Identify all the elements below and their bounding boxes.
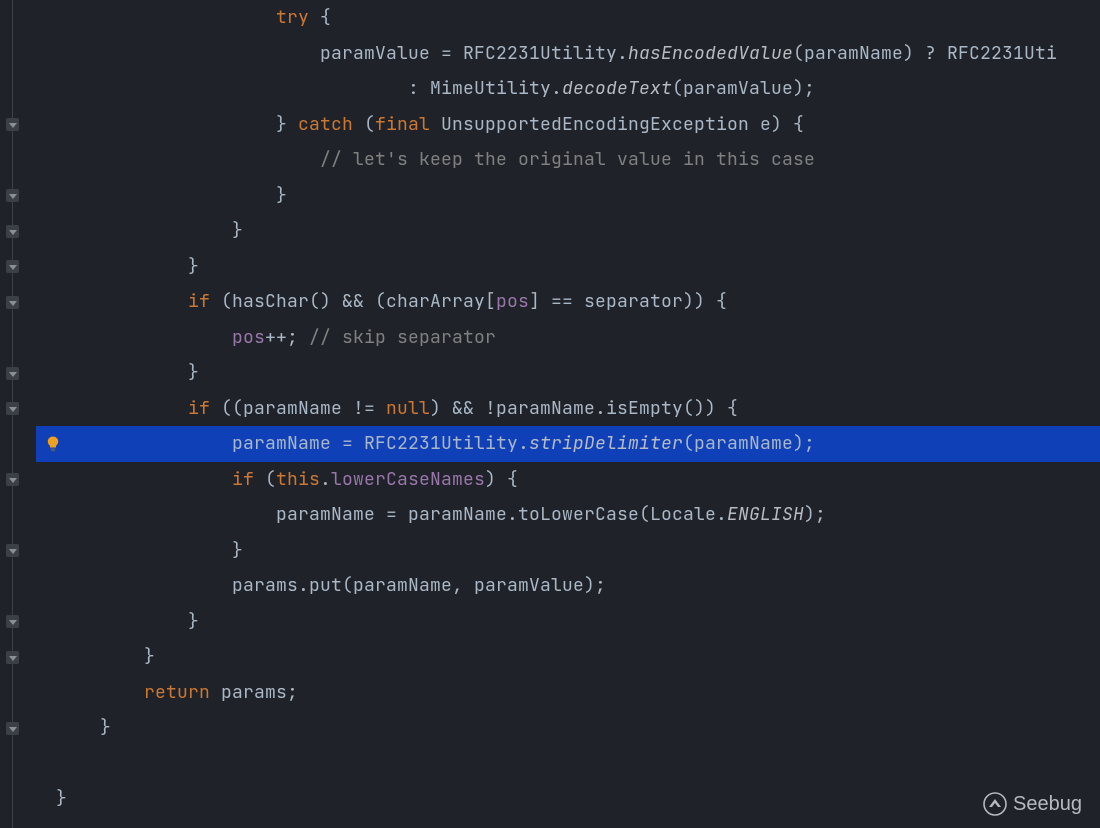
code-token: } [56,539,243,562]
code-line[interactable]: if (hasChar() && (charArray[pos] == sepa… [36,284,1100,320]
code-token: } [56,113,298,136]
code-line[interactable]: pos++; // skip separator [36,320,1100,356]
code-line[interactable]: } [36,639,1100,675]
fold-toggle-icon[interactable] [6,367,19,380]
code-token: // let's keep the original value in this… [320,148,815,171]
code-token: (paramName); [683,432,815,455]
fold-toggle-icon[interactable] [6,722,19,735]
code-line[interactable]: } [36,249,1100,285]
seebug-watermark: Seebug [983,792,1082,816]
code-area[interactable]: try { paramValue = RFC2231Utility.hasEnc… [36,0,1100,828]
code-token: params; [210,681,298,704]
code-token: (paramValue); [672,77,815,100]
code-token: ] == separator)) { [529,290,727,313]
code-line[interactable]: } [36,533,1100,569]
code-line[interactable]: paramName = paramName.toLowerCase(Locale… [36,497,1100,533]
code-token: } [56,219,243,242]
code-token: (paramName) ? RFC2231Uti [793,42,1057,65]
code-line[interactable]: } [36,178,1100,214]
code-token: ) && !paramName.isEmpty()) { [430,397,738,420]
code-line[interactable] [36,746,1100,782]
code-token: ENGLISH [727,503,804,526]
code-token: try [276,6,309,29]
code-token: pos [232,326,265,349]
code-line[interactable]: if (this.lowerCaseNames) { [36,462,1100,498]
gutter[interactable] [0,0,36,828]
code-token: if [232,468,254,491]
code-line[interactable]: } [36,710,1100,746]
code-token: paramValue = RFC2231Utility. [56,42,628,65]
code-token [56,681,144,704]
code-token: this [276,468,320,491]
code-token: } [56,361,199,384]
code-token [56,326,232,349]
code-token: params.put(paramName, paramValue); [56,574,606,597]
code-token: hasEncodedValue [628,42,793,65]
code-line[interactable]: // let's keep the original value in this… [36,142,1100,178]
code-token: null [386,397,430,420]
code-token: decodeText [562,77,672,100]
fold-toggle-icon[interactable] [6,473,19,486]
code-token: (hasChar() && (charArray[ [210,290,496,313]
code-line[interactable]: paramValue = RFC2231Utility.hasEncodedVa… [36,36,1100,72]
code-token: } [56,716,111,739]
code-editor[interactable]: try { paramValue = RFC2231Utility.hasEnc… [0,0,1100,828]
code-token [56,290,188,313]
code-token: . [320,468,331,491]
code-token: ( [353,113,375,136]
fold-toggle-icon[interactable] [6,225,19,238]
code-token: ); [804,503,826,526]
code-line[interactable]: : MimeUtility.decodeText(paramValue); [36,71,1100,107]
code-line[interactable]: } [36,781,1100,817]
code-token: : MimeUtility. [56,77,562,100]
intention-bulb-icon[interactable] [44,435,62,453]
code-token: } [56,610,199,633]
code-token [56,6,276,29]
code-token: ) { [485,468,518,491]
code-token: } [56,255,199,278]
code-token: lowerCaseNames [331,468,485,491]
fold-toggle-icon[interactable] [6,651,19,664]
fold-toggle-icon[interactable] [6,189,19,202]
code-token: { [309,6,331,29]
code-token: ++; [265,326,309,349]
code-token: paramName = paramName.toLowerCase(Locale… [56,503,727,526]
fold-toggle-icon[interactable] [6,118,19,131]
code-token: pos [496,290,529,313]
code-line[interactable]: paramName = RFC2231Utility.stripDelimite… [36,426,1100,462]
code-line[interactable]: if ((paramName != null) && !paramName.is… [36,391,1100,427]
fold-toggle-icon[interactable] [6,260,19,273]
fold-toggle-icon[interactable] [6,544,19,557]
code-line[interactable]: params.put(paramName, paramValue); [36,568,1100,604]
code-line[interactable]: } [36,355,1100,391]
code-token: // skip separator [309,326,496,349]
fold-toggle-icon[interactable] [6,402,19,415]
code-token [56,397,188,420]
code-line[interactable]: } catch (final UnsupportedEncodingExcept… [36,107,1100,143]
code-token: final [375,113,430,136]
code-token [56,752,67,775]
code-token [56,148,320,171]
code-line[interactable]: return params; [36,675,1100,711]
code-token: return [144,681,210,704]
code-line[interactable]: try { [36,0,1100,36]
code-token: ( [254,468,276,491]
fold-toggle-icon[interactable] [6,615,19,628]
code-token: catch [298,113,353,136]
seebug-logo-icon [983,792,1007,816]
code-token: UnsupportedEncodingException e) { [430,113,804,136]
code-line[interactable]: } [36,604,1100,640]
code-token: if [188,397,210,420]
code-token: } [56,645,155,668]
code-token: ((paramName != [210,397,386,420]
code-token: } [56,184,287,207]
code-token: if [188,290,210,313]
code-token: stripDelimiter [529,432,683,455]
code-token: paramName = RFC2231Utility. [56,432,529,455]
code-token: } [56,787,67,810]
code-token [56,468,232,491]
code-line[interactable]: } [36,213,1100,249]
seebug-watermark-text: Seebug [1013,793,1082,816]
fold-toggle-icon[interactable] [6,296,19,309]
